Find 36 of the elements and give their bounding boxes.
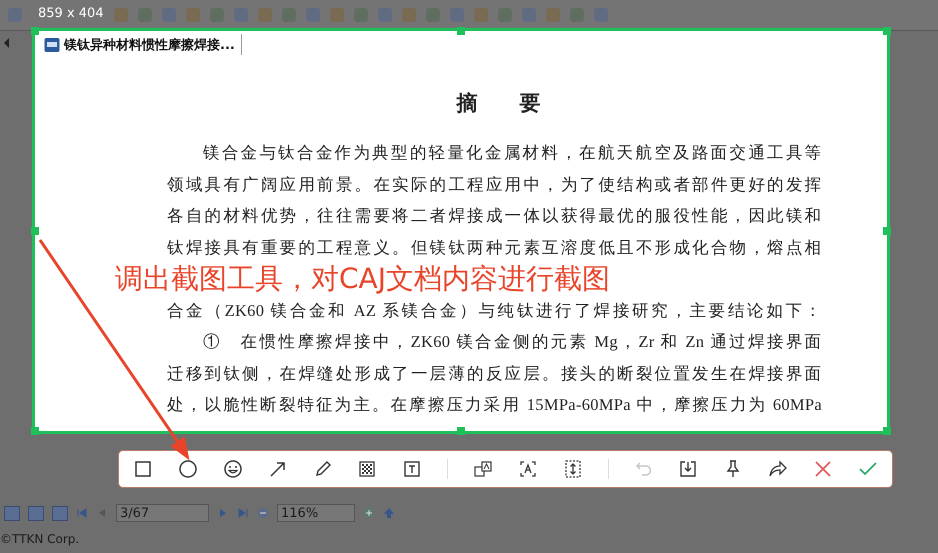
zoom-out-icon[interactable] [257, 507, 269, 519]
rectangle-tool-icon[interactable] [133, 459, 153, 479]
last-page-icon[interactable] [237, 507, 249, 519]
paragraph-line: 各自的材料优势，往往需要将二者焊接成一体以获得最优的服役性能，因此镁和 [167, 205, 822, 227]
paragraph-line: 迁移到钛侧，在焊缝处形成了一层薄的反应层。接头的断裂位置发生在焊接界面 [167, 362, 822, 384]
zoom-field[interactable]: 116% [277, 504, 355, 522]
text-tool-icon[interactable] [402, 459, 422, 479]
abstract-heading: 摘 要 [455, 90, 542, 117]
first-page-icon[interactable] [76, 507, 88, 519]
smiley-icon[interactable] [222, 459, 243, 479]
page-view-icon[interactable] [52, 506, 68, 520]
download-icon[interactable] [678, 459, 698, 479]
paragraph-line: 镁合金与钛合金作为典型的轻量化金属材料，在航天航空及路面交通工具等 [202, 142, 822, 164]
paragraph-line: ① 在惯性摩擦焊接中，ZK60 镁合金侧的元素 Mg，Zr 和 Zn 通过焊接界面 [202, 331, 822, 353]
paragraph-line: 处，以脆性断裂特征为主。在摩擦压力采用 15MPa-60MPa 中，摩擦压力为 60MPa [167, 394, 822, 416]
share-icon[interactable] [768, 459, 788, 479]
status-text: ©TTKN Corp. [0, 532, 80, 546]
document-icon [44, 36, 60, 52]
paragraph-line: 领域具有广阔应用前景。在实际的工程应用中，为了使结构或者部件更好的发挥 [167, 174, 822, 196]
up-arrow-icon[interactable] [383, 507, 395, 519]
size-label: 859 x 404 [38, 6, 104, 21]
translate-icon[interactable] [473, 459, 493, 479]
tab-title: 镁钛异种材料惯性摩擦焊接... [64, 36, 235, 54]
close-icon[interactable] [813, 459, 833, 479]
paragraph-line: 合金（ZK60 镁合金和 AZ 系镁合金）与纯钛进行了焊接研究，主要结论如下： [167, 300, 822, 322]
page-view-icon[interactable] [4, 506, 20, 520]
zoom-in-icon[interactable] [363, 507, 375, 519]
mosaic-icon[interactable] [357, 459, 378, 479]
text-recognition-icon[interactable] [518, 459, 538, 479]
page-view-icon[interactable] [28, 506, 44, 520]
paragraph-line: 钛焊接具有重要的工程意义。但镁钛两种元素互溶度低且不形成化合物，熔点相 [167, 236, 822, 258]
left-arrow-icon[interactable] [4, 38, 9, 48]
long-capture-icon[interactable] [562, 459, 583, 479]
annotation-text: 调出截图工具，对CAJ文档内容进行截图 [115, 262, 610, 295]
circle-tool-icon[interactable] [178, 459, 198, 479]
page-field[interactable]: 3/67 [116, 504, 209, 522]
